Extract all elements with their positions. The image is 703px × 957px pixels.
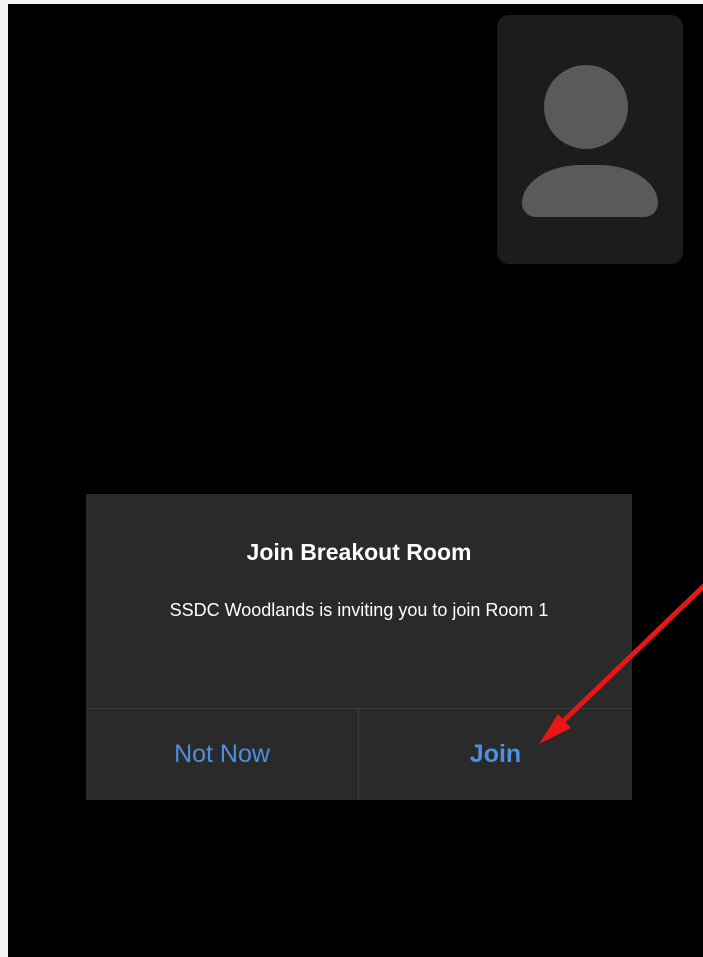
self-video-tile[interactable] <box>497 15 683 264</box>
dialog-title: Join Breakout Room <box>246 539 472 565</box>
dialog-message: SSDC Woodlands is inviting you to join R… <box>169 600 549 620</box>
meeting-screen: Join Breakout Room SSDC Woodlands is inv… <box>8 4 703 957</box>
join-button[interactable]: Join <box>359 709 632 800</box>
breakout-room-dialog: Join Breakout Room SSDC Woodlands is inv… <box>86 494 632 800</box>
avatar-body <box>522 165 658 217</box>
not-now-button[interactable]: Not Now <box>86 709 358 800</box>
avatar-head <box>544 65 628 149</box>
